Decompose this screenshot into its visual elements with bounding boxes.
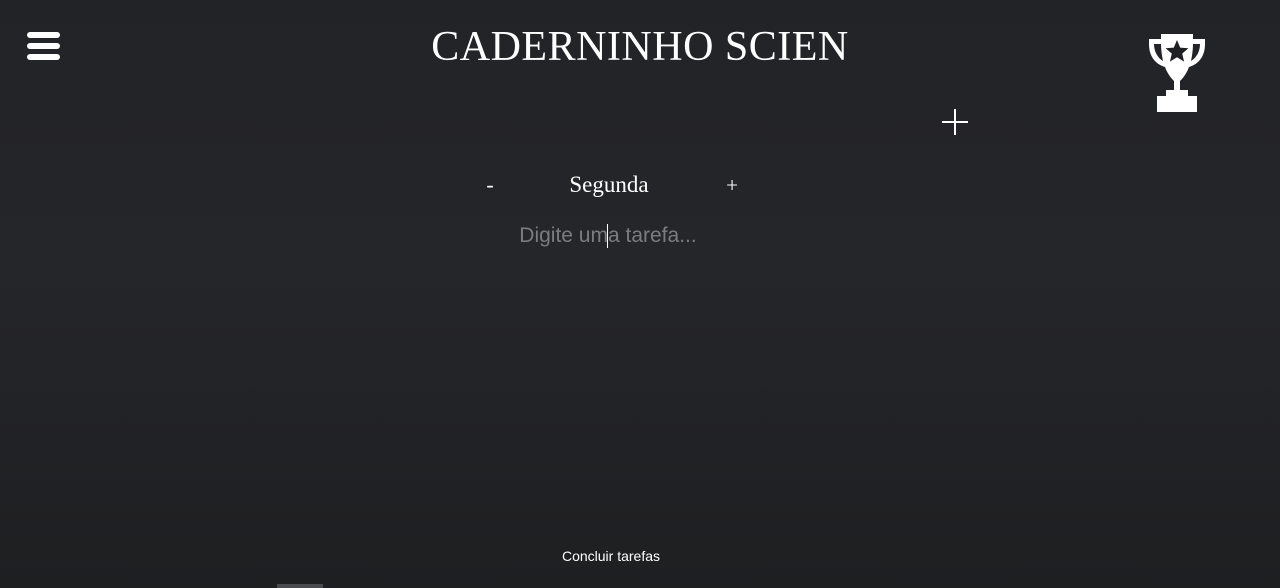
text-cursor (607, 224, 608, 248)
current-day-label: Segunda (569, 172, 649, 197)
add-task-button[interactable] (940, 107, 970, 137)
task-input[interactable] (480, 220, 736, 252)
previous-day-button[interactable]: - (480, 172, 500, 198)
app-title: CADERNINHO SCIEN (431, 24, 849, 70)
trophy-icon[interactable] (1145, 32, 1209, 114)
bottom-edge-handle (277, 584, 323, 588)
next-day-button[interactable]: + (721, 172, 743, 198)
complete-tasks-button[interactable]: Concluir tarefas (540, 545, 682, 567)
task-list (440, 262, 840, 522)
